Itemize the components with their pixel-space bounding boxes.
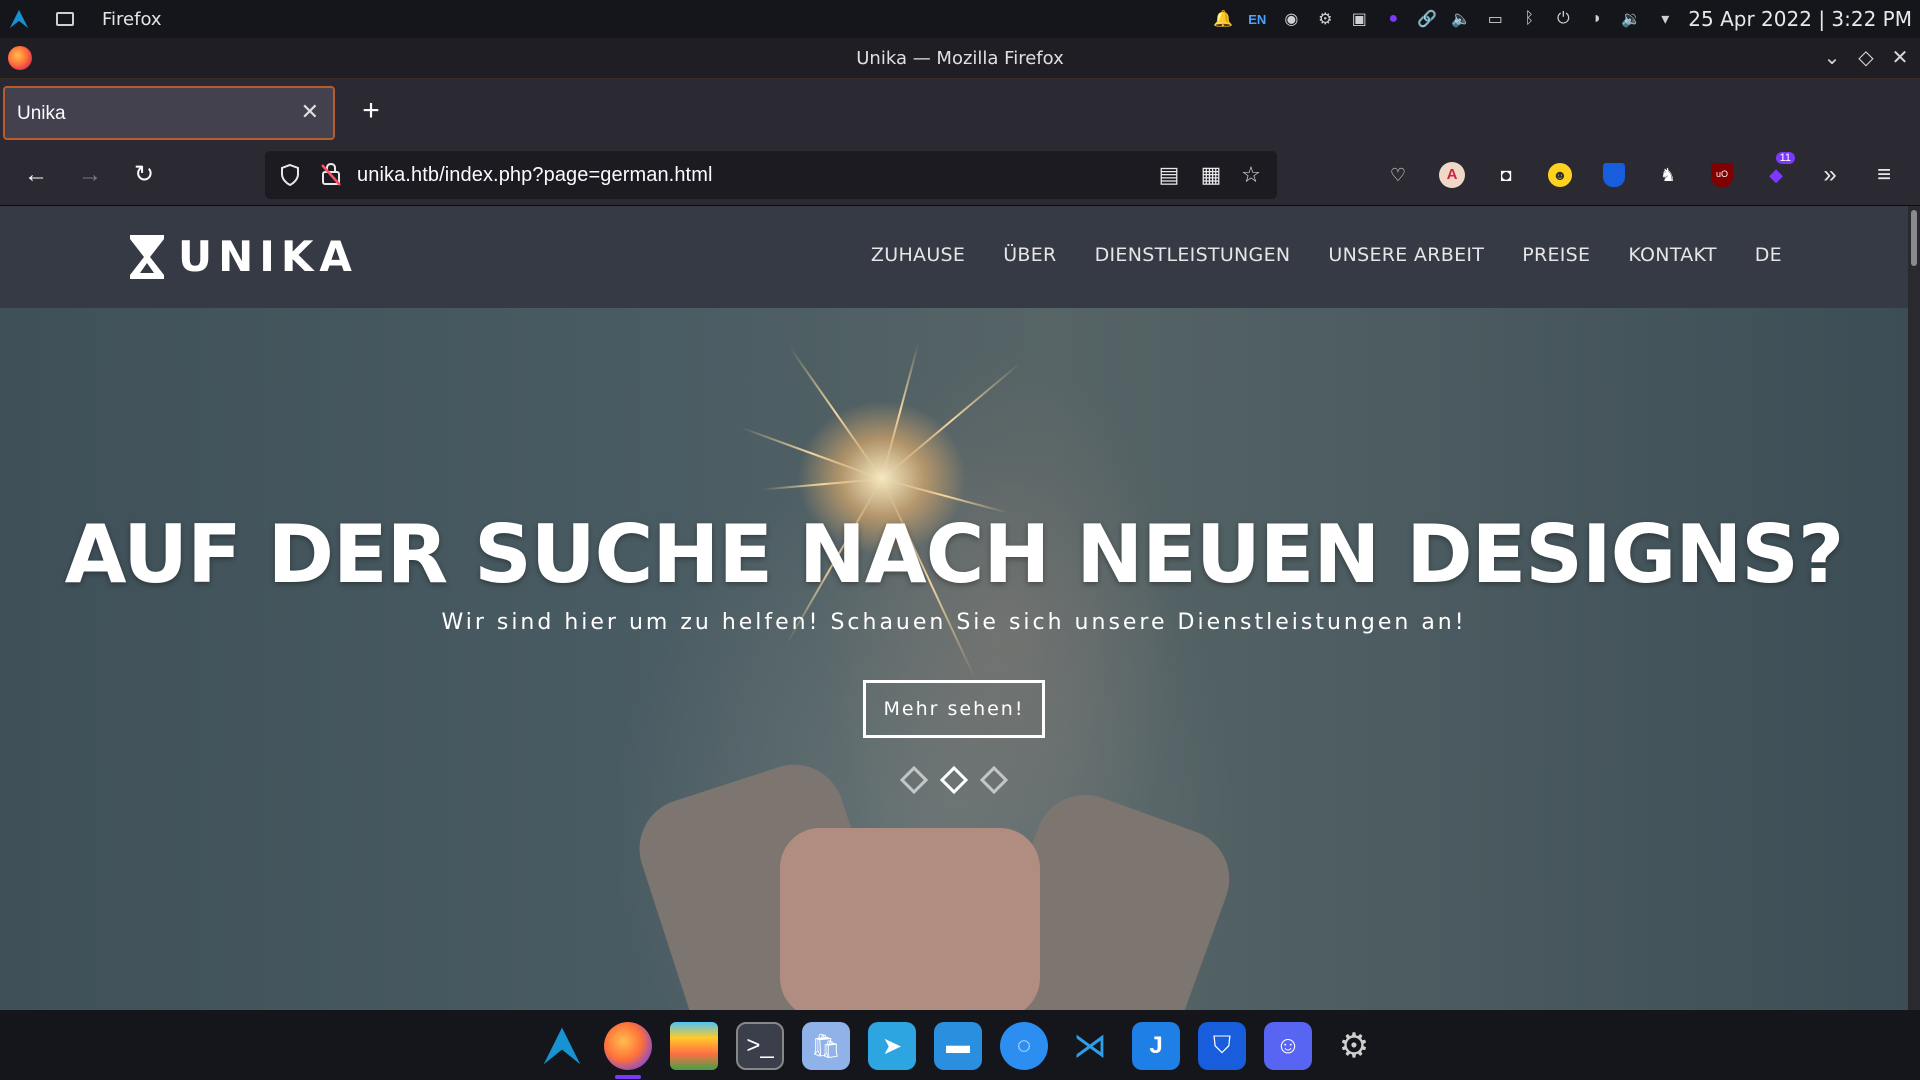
window-list-icon[interactable] xyxy=(56,12,74,26)
sparkler-ray xyxy=(881,343,920,480)
hamburger-menu-icon[interactable]: ≡ xyxy=(1867,158,1901,192)
carousel-dot-3[interactable] xyxy=(979,765,1009,795)
hourglass-logo-icon xyxy=(130,234,164,279)
foxyproxy-icon[interactable]: ◆ 11 xyxy=(1759,152,1795,192)
logo-text: UNIKA xyxy=(178,232,358,281)
system-top-bar: Firefox 🔔 EN ◉ ⚙ ▣ ● 🔗 🔈 ▭ ᛒ ⏻ ◗ 🔉 ▾ 25 … xyxy=(0,0,1920,38)
bag-app-icon[interactable]: 🛍 xyxy=(802,1022,850,1070)
minimize-button[interactable]: ⌄ xyxy=(1818,44,1846,72)
notification-bell-icon[interactable]: 🔔 xyxy=(1206,0,1240,38)
carousel-indicators xyxy=(0,765,1908,795)
clipboard-icon[interactable]: 🔗 xyxy=(1410,0,1444,38)
nav-item-ueber[interactable]: ÜBER xyxy=(1003,244,1056,266)
more-tools-chevron-icon[interactable]: » xyxy=(1813,158,1847,192)
reader-view-icon[interactable]: ▤ xyxy=(1155,161,1183,189)
tab-label: Unika xyxy=(17,103,66,124)
page-scrollbar[interactable] xyxy=(1908,206,1920,1010)
scrollbar-thumb[interactable] xyxy=(1911,210,1917,266)
url-text[interactable]: unika.htb/index.php?page=german.html xyxy=(357,164,713,187)
forward-button[interactable]: → xyxy=(72,157,108,193)
firefox-dock-icon[interactable] xyxy=(604,1022,652,1070)
vpn-status-icon[interactable]: ◉ xyxy=(1274,0,1308,38)
arch-launcher-icon[interactable] xyxy=(538,1022,586,1070)
back-button[interactable]: ← xyxy=(18,157,54,193)
hero-title: AUF DER SUCHE NACH NEUEN DESIGNS? xyxy=(64,508,1845,601)
active-app-name: Firefox xyxy=(102,8,162,30)
wifi-icon[interactable]: ◗ xyxy=(1580,0,1614,38)
nav-item-unsere-arbeit[interactable]: UNSERE ARBEIT xyxy=(1328,244,1484,266)
site-header: UNIKA ZUHAUSE ÜBER DIENSTLEISTUNGEN UNSE… xyxy=(0,206,1908,308)
page-viewport: AUF DER SUCHE NACH NEUEN DESIGNS? Wir si… xyxy=(0,206,1920,1010)
volume-icon[interactable]: 🔈 xyxy=(1444,0,1478,38)
site-logo[interactable]: UNIKA xyxy=(128,232,358,281)
bitwarden-icon[interactable] xyxy=(1597,158,1631,192)
carousel-dot-1[interactable] xyxy=(899,765,929,795)
hero-section: AUF DER SUCHE NACH NEUEN DESIGNS? Wir si… xyxy=(0,308,1908,1010)
sparkler-ray xyxy=(881,362,1021,480)
sparkler-ray xyxy=(762,478,883,491)
tracking-protection-shield-icon[interactable] xyxy=(279,163,301,187)
layers-app-icon[interactable] xyxy=(670,1022,718,1070)
mehr-sehen-button[interactable]: Mehr sehen! xyxy=(863,680,1045,738)
pocket-icon[interactable]: ♡ xyxy=(1381,158,1415,192)
close-tab-icon[interactable]: ✕ xyxy=(301,99,319,125)
ublock-origin-icon[interactable]: uO xyxy=(1705,158,1739,192)
nav-item-dienstleistungen[interactable]: DIENSTLEISTUNGEN xyxy=(1095,244,1291,266)
settings-gear-icon[interactable]: ⚙ xyxy=(1330,1022,1378,1070)
hands xyxy=(780,828,1040,1010)
nav-item-language[interactable]: DE xyxy=(1755,244,1782,266)
url-bar[interactable]: unika.htb/index.php?page=german.html ▤ ▦… xyxy=(265,151,1277,199)
bitwarden-dock-icon[interactable]: ⛉ xyxy=(1198,1022,1246,1070)
reload-button[interactable]: ↻ xyxy=(126,157,162,193)
mic-icon[interactable]: 🔉 xyxy=(1614,0,1648,38)
vscode-icon[interactable]: ⋊ xyxy=(1066,1022,1114,1070)
insecure-lock-icon[interactable] xyxy=(319,161,343,187)
system-tray: 🔔 EN ◉ ⚙ ▣ ● 🔗 🔈 ▭ ᛒ ⏻ ◗ 🔉 ▾ 25 Apr 2022… xyxy=(1206,0,1912,38)
terminal-tray-icon[interactable]: ▣ xyxy=(1342,0,1376,38)
sparkler-ray xyxy=(789,347,883,480)
joplin-icon[interactable]: J xyxy=(1132,1022,1180,1070)
tray-expand-icon[interactable]: ▾ xyxy=(1648,0,1682,38)
user-icon[interactable]: ● xyxy=(1376,0,1410,38)
hero-subtitle: Wir sind hier um zu helfen! Schauen Sie … xyxy=(441,610,1467,635)
power-icon[interactable]: ⏻ xyxy=(1546,0,1580,38)
new-tab-button[interactable]: + xyxy=(352,93,390,131)
discord-icon[interactable]: ☺ xyxy=(1264,1022,1312,1070)
folder-icon[interactable]: ▬ xyxy=(934,1022,982,1070)
smiley-extension-icon[interactable]: ☻ xyxy=(1543,158,1577,192)
telegram-icon[interactable]: ➤ xyxy=(868,1022,916,1070)
extension-badge: 11 xyxy=(1775,152,1795,164)
steam-icon[interactable]: ⚙ xyxy=(1308,0,1342,38)
navigation-toolbar: ← → ↻ unika.htb/index.php?page=german.ht… xyxy=(0,144,1920,206)
running-indicator xyxy=(615,1075,641,1079)
window-title: Unika — Mozilla Firefox xyxy=(856,48,1064,69)
bluetooth-icon[interactable]: ᛒ xyxy=(1512,0,1546,38)
wappalyzer-icon[interactable]: ♞ xyxy=(1651,158,1685,192)
site-navigation: ZUHAUSE ÜBER DIENSTLEISTUNGEN UNSERE ARB… xyxy=(833,244,1782,266)
nav-item-preise[interactable]: PREISE xyxy=(1522,244,1590,266)
arch-linux-icon[interactable] xyxy=(8,8,30,30)
privacy-badger-icon[interactable]: ◘ xyxy=(1489,158,1523,192)
maximize-button[interactable]: ◇ xyxy=(1852,44,1880,72)
window-titlebar: Unika — Mozilla Firefox ⌄ ◇ ✕ xyxy=(0,38,1920,78)
carousel-dot-2[interactable] xyxy=(939,765,969,795)
close-window-button[interactable]: ✕ xyxy=(1886,44,1914,72)
dock: >_ 🛍 ➤ ▬ ◌ ⋊ J ⛉ ☺ ⚙ xyxy=(0,1010,1920,1080)
terminal-dock-icon[interactable]: >_ xyxy=(736,1022,784,1070)
nav-item-zuhause[interactable]: ZUHAUSE xyxy=(871,244,965,266)
tab-strip: Unika ✕ + xyxy=(0,78,1920,144)
tab-unika[interactable]: Unika ✕ xyxy=(3,86,335,140)
nav-item-kontakt[interactable]: KONTAKT xyxy=(1628,244,1716,266)
sparkler-ray xyxy=(740,426,883,480)
qr-code-icon[interactable]: ▦ xyxy=(1197,161,1225,189)
battery-icon[interactable]: ▭ xyxy=(1478,0,1512,38)
clock[interactable]: 25 Apr 2022 | 3:22 PM xyxy=(1688,7,1912,31)
keyboard-layout-indicator[interactable]: EN xyxy=(1240,0,1274,38)
bookmark-star-icon[interactable]: ☆ xyxy=(1237,161,1265,189)
extension-a-icon[interactable]: A xyxy=(1435,158,1469,192)
signal-icon[interactable]: ◌ xyxy=(1000,1022,1048,1070)
